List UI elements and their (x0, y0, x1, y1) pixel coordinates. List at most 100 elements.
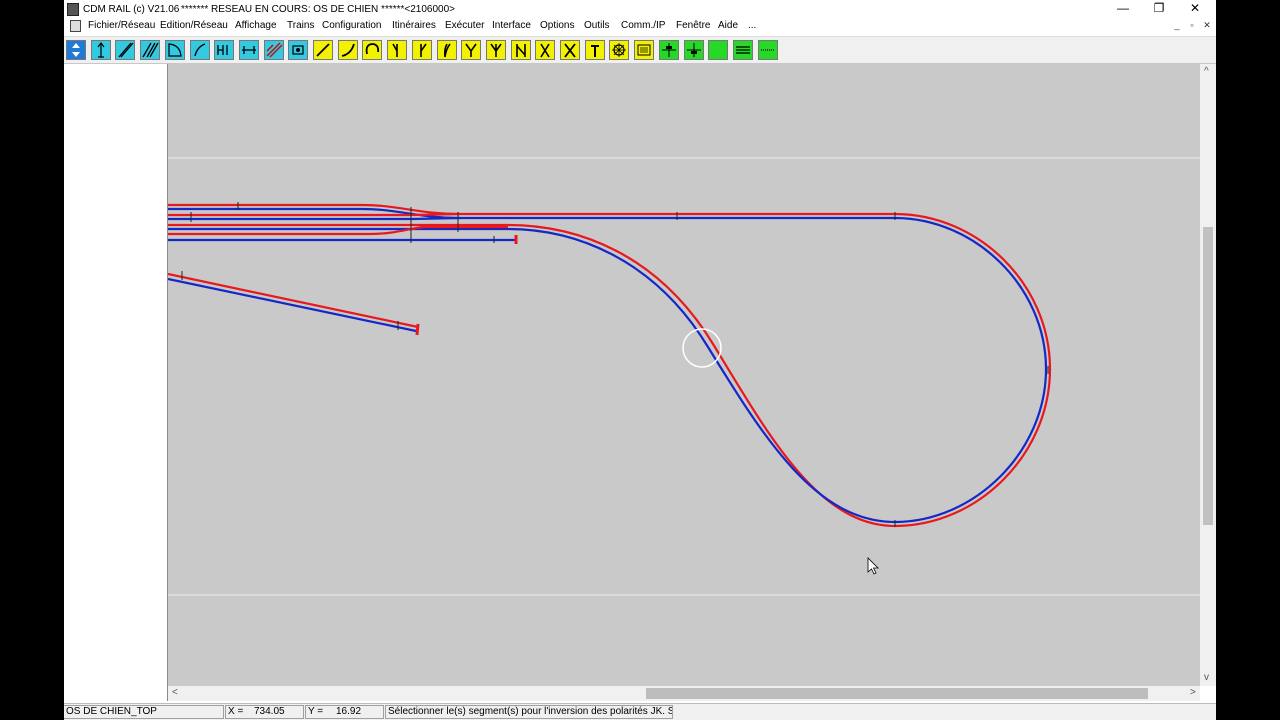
toolbar-button-stripes-green[interactable] (732, 40, 753, 60)
toolbar-button-signal-green-2[interactable] (683, 40, 704, 60)
scroll-right-arrow-icon[interactable]: > (1190, 687, 1196, 699)
track-segment-loop-blue[interactable] (168, 216, 1048, 524)
signal-green-2-icon (686, 43, 701, 57)
menu-more[interactable]: ... (748, 20, 756, 31)
toolbar-button-horizontal-block[interactable] (238, 40, 259, 60)
toolbar-button-dotted-green[interactable] (757, 40, 778, 60)
status-bar: OS DE CHIEN_TOP X = 734.05 Y = 16.92 Sél… (64, 703, 1216, 720)
hi-signal-icon (217, 45, 228, 55)
toolbar-button-double-diagonal[interactable] (140, 40, 161, 60)
menu-interface[interactable]: Interface (492, 20, 531, 31)
track-segment-second-blue[interactable] (168, 216, 461, 221)
toolbar-button-turnout-right[interactable] (411, 40, 432, 60)
toolbar-button-curved-turnout[interactable] (436, 40, 457, 60)
toolbar-button-hi-signal[interactable] (214, 40, 235, 60)
horizontal-scrollbar[interactable]: < > (168, 686, 1200, 701)
up-arrow-track-icon (97, 42, 105, 58)
menu-outils[interactable]: Outils (584, 20, 610, 31)
mouse-pointer-icon (867, 557, 879, 575)
mdi-restore-button[interactable]: ▫ (1185, 20, 1199, 30)
mdi-close-button[interactable]: ✕ (1200, 20, 1214, 31)
scroll-down-arrow-icon[interactable]: v (1204, 672, 1209, 684)
track-segment-loop-red[interactable] (168, 212, 1052, 528)
toolbar-button-loco[interactable] (288, 40, 309, 60)
menu-bar: Fichier/Réseau Edition/Réseau Affichage … (64, 18, 1216, 34)
cdm-rail-window: CDM RAIL (c) V21.06 ******* RESEAU EN CO… (64, 0, 1216, 720)
toolbar-button-loop-segment[interactable] (362, 40, 383, 60)
vertical-scroll-thumb[interactable] (1203, 227, 1213, 525)
track-segment-diagonal-red[interactable] (168, 272, 419, 329)
toolbar-button-turntable[interactable] (609, 40, 630, 60)
small-curve-icon (193, 43, 205, 57)
signal-green-icon (661, 43, 676, 57)
turnout-right-icon (419, 43, 427, 57)
dotted-green-icon (760, 49, 775, 51)
curve-corner-icon (168, 43, 182, 57)
status-y-label: Y = (308, 706, 324, 717)
menu-edition[interactable]: Edition/Réseau (160, 20, 228, 31)
toolbar-button-straight-segment[interactable] (313, 40, 333, 60)
move-arrows-icon (72, 43, 80, 57)
track-drawing[interactable] (168, 64, 1200, 686)
double-slip-icon (515, 44, 526, 57)
menu-affichage[interactable]: Affichage (235, 20, 277, 31)
curve-segment-icon (341, 43, 355, 57)
horizontal-block-icon (241, 46, 256, 54)
scroll-up-arrow-icon[interactable]: ^ (1204, 66, 1209, 78)
menu-itineraires[interactable]: Itinéraires (392, 20, 436, 31)
toolbar-button-y-turnout[interactable] (461, 40, 482, 60)
toolbar-button-single-slip[interactable] (535, 40, 556, 60)
horizontal-scroll-thumb[interactable] (646, 688, 1148, 699)
vertical-scrollbar[interactable]: ^ v (1200, 64, 1216, 686)
toolbar-button-small-curve[interactable] (189, 40, 210, 60)
status-x-value: 734.05 (254, 706, 285, 717)
toolbar-button-signal-green[interactable] (658, 40, 679, 60)
text-block-icon (637, 44, 651, 56)
track-segment-diagonal-blue[interactable] (168, 277, 417, 333)
toolbar-button-move-arrows[interactable] (66, 40, 86, 60)
menu-trains[interactable]: Trains (287, 20, 314, 31)
toolbar-button-curve-segment[interactable] (337, 40, 358, 60)
toolbar-button-up-arrow-track[interactable] (90, 40, 111, 60)
title-bar: CDM RAIL (c) V21.06 ******* RESEAU EN CO… (64, 0, 1216, 18)
curved-turnout-icon (443, 43, 451, 58)
turntable-icon (612, 43, 627, 57)
buffer-stop-diagonal[interactable] (415, 323, 420, 336)
app-icon[interactable] (67, 3, 79, 16)
toolbar-button-polarity-invert[interactable] (263, 40, 284, 60)
status-y-cell: Y = 16.92 (305, 705, 384, 719)
minimize-button[interactable]: — (1105, 0, 1141, 18)
toolbar-button-plain-green[interactable] (708, 40, 729, 60)
diagonal-track-icon (118, 42, 134, 58)
menu-executer[interactable]: Exécuter (445, 20, 484, 31)
stripes-green-icon (735, 46, 750, 54)
toolbar-button-turnout-left[interactable] (387, 40, 408, 60)
toolbar-button-text-block[interactable] (634, 40, 655, 60)
toolbar-button-buffer-stop[interactable] (584, 40, 605, 60)
menu-fichier[interactable]: Fichier/Réseau (88, 20, 155, 31)
menu-comm-ip[interactable]: Comm./IP (621, 20, 665, 31)
toolbar-button-diagonal-track[interactable] (115, 40, 136, 60)
menu-fenetre[interactable]: Fenêtre (676, 20, 710, 31)
mdi-minimize-button[interactable]: _ (1170, 20, 1184, 30)
track-segment-second-red[interactable] (168, 212, 461, 217)
network-title: ******* RESEAU EN COURS: OS DE CHIEN ***… (181, 4, 456, 15)
straight-segment-icon (316, 43, 330, 57)
single-slip-icon (540, 43, 550, 58)
menu-aide[interactable]: Aide (718, 20, 738, 31)
menu-configuration[interactable]: Configuration (322, 20, 381, 31)
toolbar-button-crossing[interactable] (560, 40, 580, 60)
document-icon[interactable] (70, 20, 81, 32)
crossing-icon (564, 43, 576, 58)
app-title: CDM RAIL (c) V21.06 (83, 4, 180, 15)
toolbar-button-curve-corner[interactable] (164, 40, 185, 60)
scroll-left-arrow-icon[interactable]: < (172, 687, 178, 699)
track-canvas[interactable] (168, 64, 1200, 686)
close-button[interactable]: ✕ (1177, 0, 1213, 18)
toolbar-button-three-way-turnout[interactable] (485, 40, 506, 60)
toolbar-button-double-slip[interactable] (510, 40, 531, 60)
menu-options[interactable]: Options (540, 20, 574, 31)
turnout-left-icon (392, 43, 398, 57)
restore-button[interactable]: ❐ (1141, 0, 1177, 18)
status-network-name: OS DE CHIEN_TOP (64, 705, 224, 719)
